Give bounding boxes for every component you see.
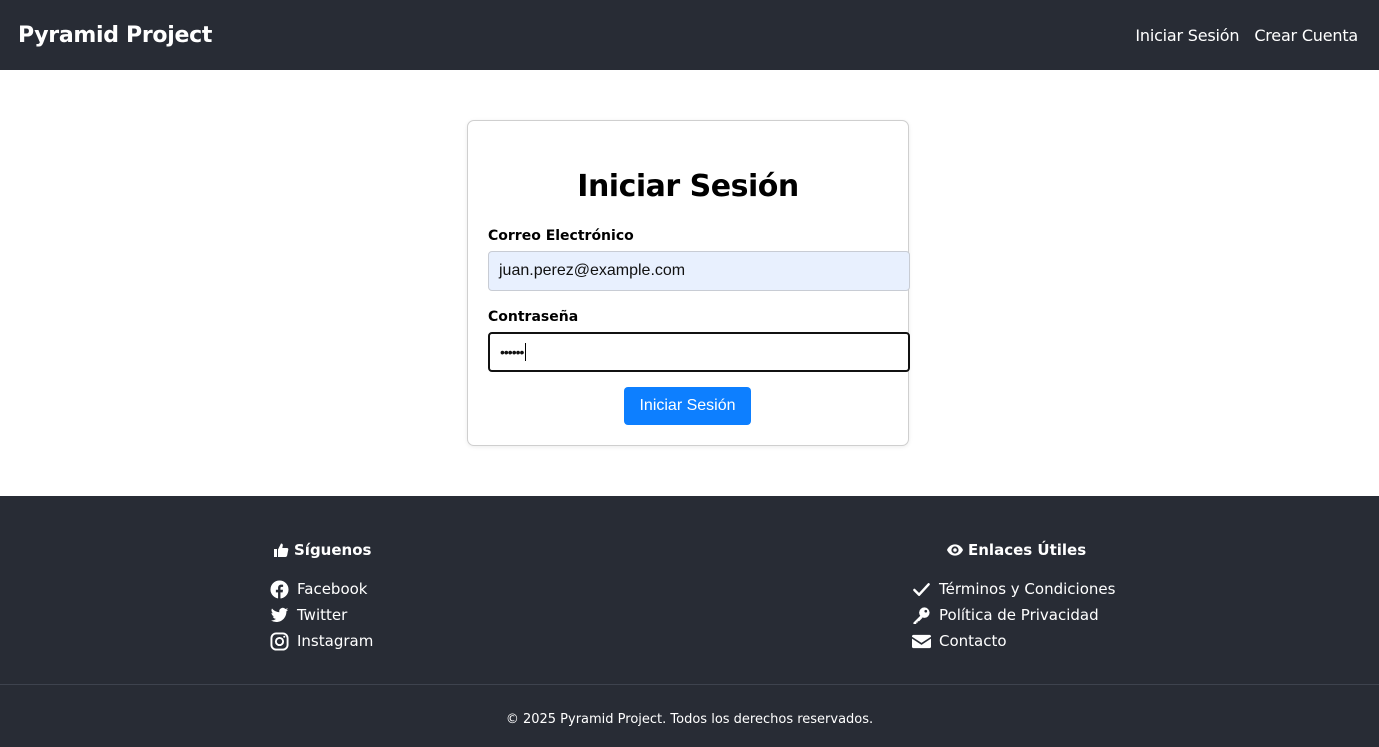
footer-social-section: Síguenos Facebook Twitter Instagram	[270, 540, 373, 654]
password-field[interactable]: ••••••	[488, 332, 910, 372]
password-label: Contraseña	[488, 309, 579, 325]
social-title: Síguenos	[273, 540, 373, 560]
facebook-label: Facebook	[297, 580, 368, 598]
email-label: Correo Electrónico	[488, 228, 634, 244]
social-list: Facebook Twitter Instagram	[270, 576, 373, 654]
twitter-icon	[270, 606, 289, 625]
nav-links: Iniciar Sesión Crear Cuenta	[1135, 26, 1358, 45]
footer-divider	[0, 684, 1379, 685]
footer-link-terms[interactable]: Términos y Condiciones	[912, 576, 1115, 602]
nav-login-link[interactable]: Iniciar Sesión	[1135, 26, 1239, 45]
terms-label: Términos y Condiciones	[939, 580, 1116, 598]
useful-links-list: Términos y Condiciones Política de Priva…	[912, 576, 1115, 654]
footer: Síguenos Facebook Twitter Instagram Enla…	[0, 496, 1379, 747]
check-icon	[912, 580, 931, 599]
footer-link-instagram[interactable]: Instagram	[270, 628, 373, 654]
envelope-icon	[912, 632, 931, 651]
login-card: Iniciar Sesión Correo Electrónico juan.p…	[467, 120, 910, 446]
login-title: Iniciar Sesión	[577, 169, 799, 204]
links-title-text: Enlaces Útiles	[968, 541, 1087, 559]
links-title: Enlaces Útiles	[947, 540, 1115, 560]
footer-link-contact[interactable]: Contacto	[912, 628, 1115, 654]
facebook-icon	[270, 579, 289, 599]
login-submit-button[interactable]: Iniciar Sesión	[624, 387, 751, 425]
social-title-text: Síguenos	[294, 541, 372, 559]
brand-logo[interactable]: Pyramid Project	[18, 23, 212, 48]
thumbs-up-icon	[273, 542, 289, 558]
nav-signup-link[interactable]: Crear Cuenta	[1254, 26, 1358, 45]
password-value: ••••••	[500, 344, 524, 360]
footer-links-section: Enlaces Útiles Términos y Condiciones Po…	[912, 540, 1115, 654]
twitter-label: Twitter	[297, 606, 348, 624]
text-caret	[525, 343, 527, 361]
email-value: juan.perez@example.com	[499, 262, 686, 279]
navbar: Pyramid Project Iniciar Sesión Crear Cue…	[0, 0, 1379, 70]
email-field[interactable]: juan.perez@example.com	[488, 251, 910, 291]
instagram-icon	[270, 631, 289, 651]
instagram-label: Instagram	[297, 632, 374, 650]
contact-label: Contacto	[939, 632, 1007, 650]
key-icon	[912, 606, 931, 625]
footer-link-privacy[interactable]: Política de Privacidad	[912, 602, 1115, 628]
footer-link-twitter[interactable]: Twitter	[270, 602, 373, 628]
footer-link-facebook[interactable]: Facebook	[270, 576, 373, 602]
copyright-text: © 2025 Pyramid Project. Todos los derech…	[505, 712, 874, 727]
eye-icon	[947, 542, 963, 558]
privacy-label: Política de Privacidad	[939, 606, 1099, 624]
